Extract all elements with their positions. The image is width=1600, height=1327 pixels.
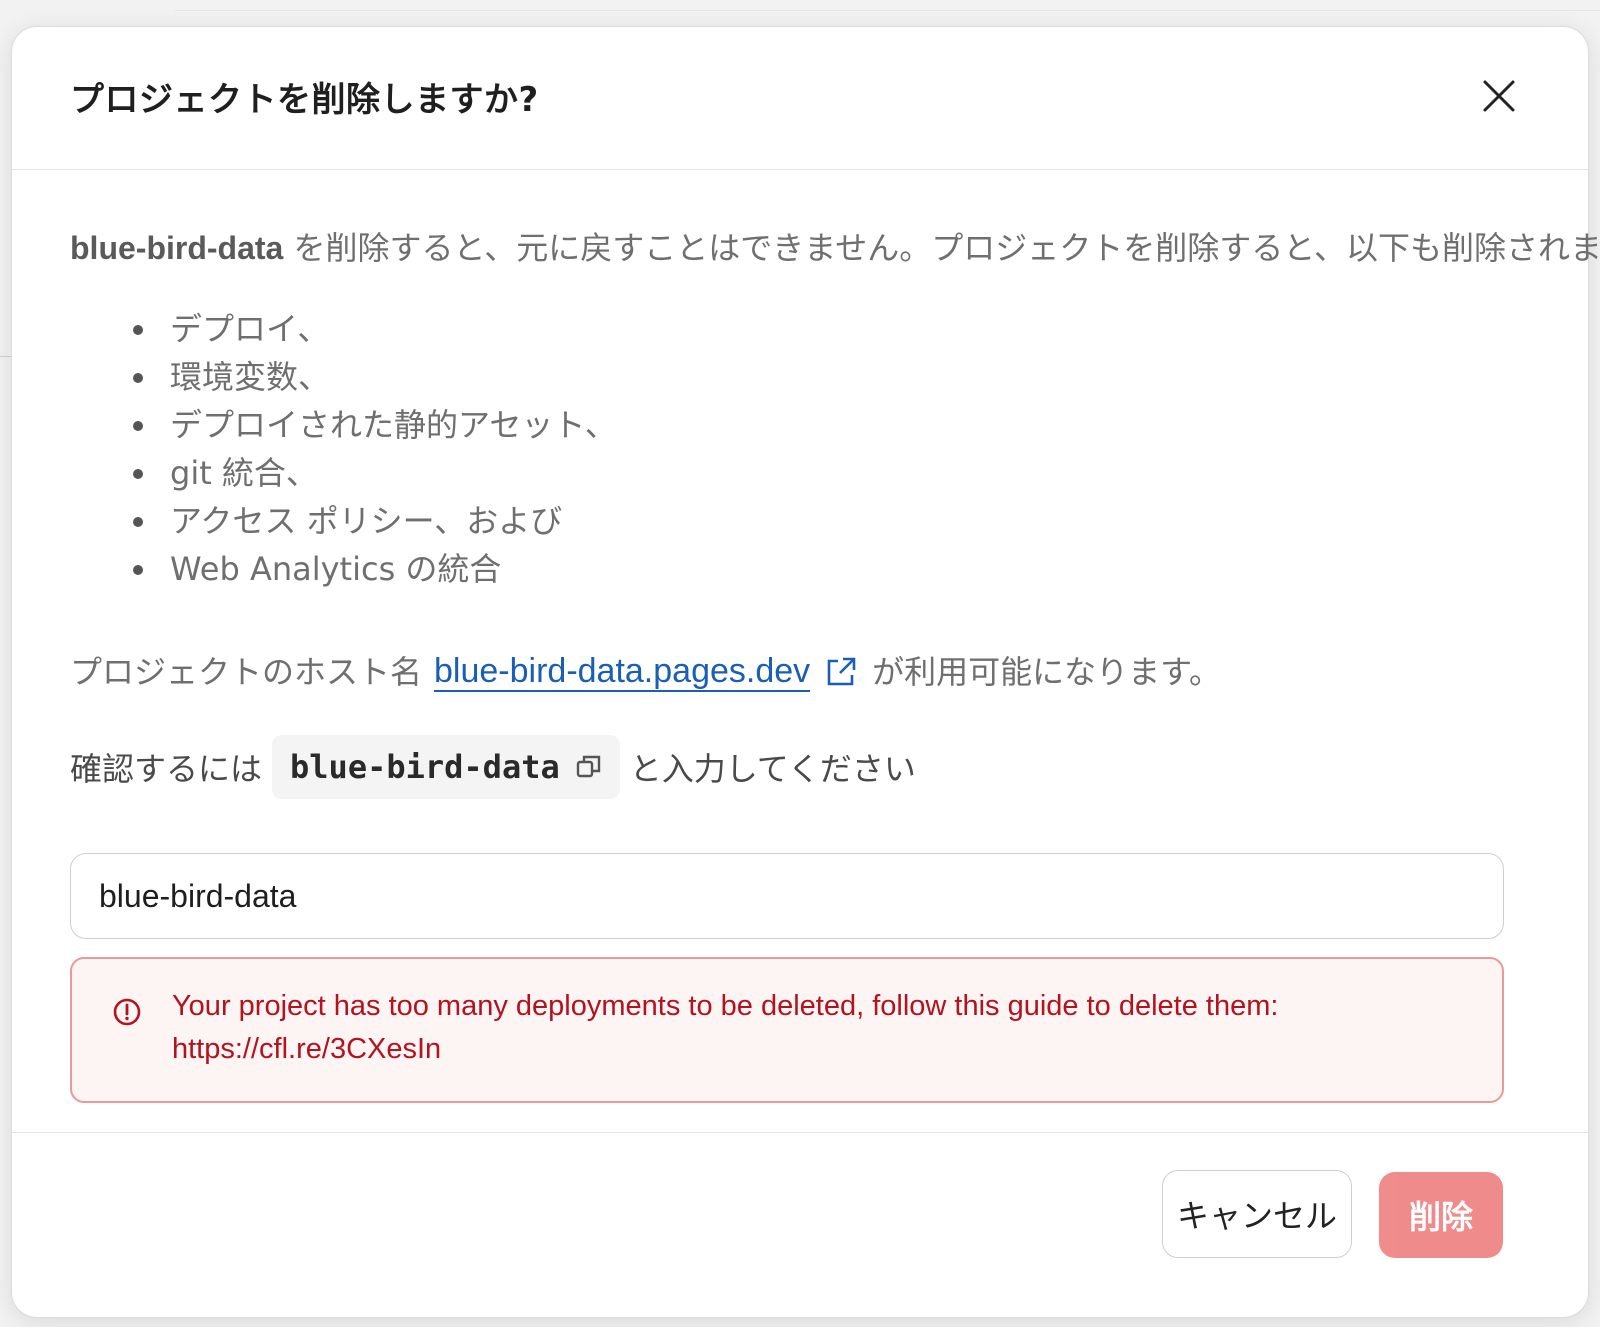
hostname-suffix: が利用可能になります。 [872, 653, 1221, 691]
confirm-code-text: blue-bird-data [290, 748, 560, 786]
close-button[interactable] [1476, 73, 1522, 119]
bullet-icon [133, 325, 143, 335]
bullet-icon [133, 565, 143, 575]
cancel-button[interactable]: キャンセル [1162, 1170, 1352, 1258]
list-item: 環境変数、 [133, 353, 1540, 401]
dialog-body: blue-bird-data を削除すると、元に戻すことはできません。プロジェク… [70, 225, 1600, 1103]
delete-button[interactable]: 削除 [1379, 1172, 1503, 1258]
list-item-label: git 統合、 [170, 454, 318, 492]
error-alert: Your project has too many deployments to… [70, 957, 1504, 1103]
delete-project-dialog: プロジェクトを削除しますか? blue-bird-data を削除すると、元に戻… [11, 26, 1600, 1319]
confirm-suffix: と入力してください [629, 750, 916, 788]
error-guide-url[interactable]: https://cfl.re/3CXesIn [172, 1028, 1472, 1071]
dialog-title: プロジェクトを削除しますか? [70, 80, 539, 120]
list-item-label: アクセス ポリシー、および [170, 502, 563, 540]
list-item: git 統合、 [133, 449, 1540, 497]
list-item: デプロイされた静的アセット、 [133, 401, 1540, 449]
bullet-icon [133, 469, 143, 479]
delete-warning: blue-bird-data を削除すると、元に戻すことはできません。プロジェク… [70, 225, 1600, 271]
confirm-prefix: 確認するには [70, 750, 263, 788]
delete-warning-text: を削除すると、元に戻すことはできません。プロジェクトを削除すると、以下も削除され… [283, 229, 1600, 267]
deleted-items-list: デプロイ、 環境変数、 デプロイされた静的アセット、 git 統合、 アクセス … [70, 305, 1540, 593]
bullet-icon [133, 373, 143, 383]
error-message: Your project has too many deployments to… [172, 985, 1472, 1071]
list-item-label: デプロイされた静的アセット、 [170, 406, 617, 444]
backdrop-divider [175, 10, 1600, 11]
list-item: Web Analytics の統合 [133, 545, 1540, 593]
alert-circle-icon [113, 998, 141, 1026]
list-item-label: 環境変数、 [170, 358, 331, 396]
confirm-project-name-input[interactable] [70, 853, 1504, 939]
list-item-label: Web Analytics の統合 [170, 550, 502, 588]
hostname-notice: プロジェクトのホスト名 blue-bird-data.pages.dev が利用… [70, 649, 1540, 695]
list-item: デプロイ、 [133, 305, 1540, 353]
project-name: blue-bird-data [70, 230, 284, 266]
confirm-instruction: 確認するには blue-bird-data と入力してください [70, 735, 1540, 799]
hostname-link[interactable]: blue-bird-data.pages.dev [434, 652, 811, 692]
list-item-label: デプロイ、 [170, 310, 330, 348]
confirm-code: blue-bird-data [272, 735, 620, 799]
close-icon [1483, 80, 1515, 112]
dialog-header: プロジェクトを削除しますか? [12, 27, 1588, 170]
external-link-icon[interactable] [824, 655, 858, 689]
list-item: アクセス ポリシー、および [133, 497, 1540, 545]
hostname-prefix: プロジェクトのホスト名 [70, 653, 423, 691]
bullet-icon [133, 517, 143, 527]
copy-icon[interactable] [576, 754, 602, 780]
dialog-footer: キャンセル 削除 [12, 1132, 1588, 1319]
error-message-text: Your project has too many deployments to… [172, 990, 1279, 1022]
bullet-icon [133, 421, 143, 431]
